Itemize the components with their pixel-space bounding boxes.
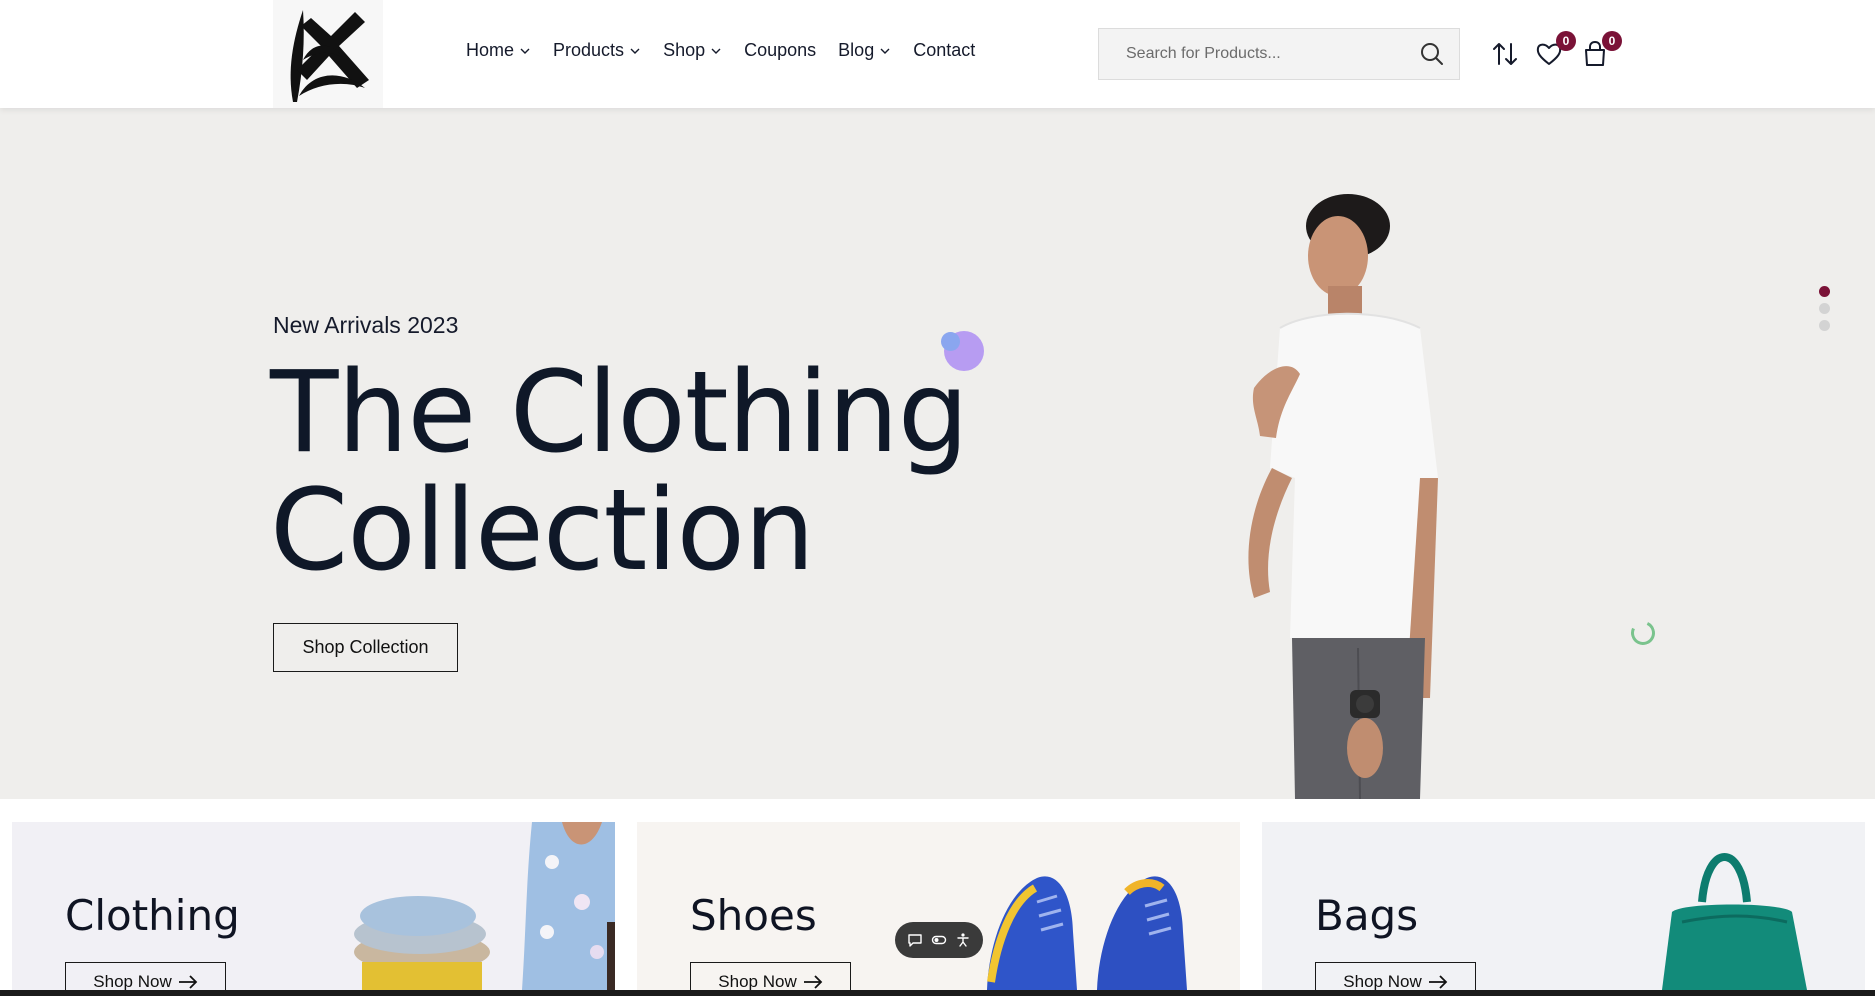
chevron-down-icon: [880, 48, 890, 54]
toggle-icon[interactable]: [931, 932, 947, 948]
cart-button[interactable]: 0: [1580, 31, 1622, 69]
brand-logo-icon: [290, 10, 369, 102]
search-input[interactable]: [1126, 45, 1419, 63]
shop-now-label: Shop Now: [718, 972, 797, 990]
compare-button[interactable]: [1490, 39, 1520, 69]
loading-ring-icon: [1627, 617, 1659, 649]
search-box: [1098, 28, 1460, 80]
category-title: Clothing: [65, 891, 240, 940]
site-header: Home Products Shop Coupons Blog Contact: [0, 0, 1875, 108]
sort-arrows-icon: [1493, 43, 1517, 65]
chevron-down-icon: [630, 48, 640, 54]
slider-dot-3[interactable]: [1819, 320, 1830, 331]
shop-now-label: Shop Now: [1343, 972, 1422, 990]
hero-subtitle: New Arrivals 2023: [273, 312, 459, 338]
shop-now-button[interactable]: Shop Now: [65, 962, 226, 990]
wishlist-button[interactable]: 0: [1534, 31, 1576, 69]
hero-title-line-2: Collection: [270, 466, 815, 596]
cart-count-badge: 0: [1602, 31, 1622, 51]
floating-widget: [895, 922, 983, 958]
bottom-edge-bar: [0, 990, 1875, 996]
hero-title: The Clothing Collection: [270, 354, 969, 590]
arrow-right-icon: [803, 975, 822, 989]
arrow-right-icon: [178, 975, 197, 989]
category-title: Shoes: [690, 891, 817, 940]
chevron-down-icon: [520, 48, 530, 54]
category-card-bags[interactable]: Bags Shop Now: [1262, 822, 1865, 990]
nav-contact[interactable]: Contact: [913, 40, 975, 61]
nav-coupons-label: Coupons: [744, 40, 817, 60]
nav-shop-label: Shop: [663, 40, 706, 60]
accessibility-icon[interactable]: [955, 932, 971, 948]
category-cards: Clothing Shop Now Shoes Shop Now Bags Sh…: [0, 822, 1875, 990]
nav-blog-label: Blog: [838, 40, 875, 60]
category-card-shoes[interactable]: Shoes Shop Now: [637, 822, 1240, 990]
slider-dot-2[interactable]: [1819, 303, 1830, 314]
shop-now-button[interactable]: Shop Now: [1315, 962, 1476, 990]
slider-pagination: [1819, 286, 1830, 331]
search-icon[interactable]: [1419, 41, 1445, 67]
nav-products[interactable]: Products: [553, 40, 641, 61]
clothing-image: [354, 822, 615, 990]
nav-blog[interactable]: Blog: [838, 40, 891, 61]
slider-dot-1[interactable]: [1819, 286, 1830, 297]
category-card-clothing[interactable]: Clothing Shop Now: [12, 822, 615, 990]
main-nav: Home Products Shop Coupons Blog Contact: [466, 40, 997, 61]
hero-banner: New Arrivals 2023 The Clothing Collectio…: [0, 108, 1875, 799]
shop-now-label: Shop Now: [93, 972, 172, 990]
wishlist-count-badge: 0: [1556, 31, 1576, 51]
nav-shop[interactable]: Shop: [663, 40, 722, 61]
shop-now-button[interactable]: Shop Now: [690, 962, 851, 990]
chat-icon[interactable]: [907, 932, 923, 948]
shoes-image: [987, 876, 1187, 990]
bag-image: [1662, 853, 1807, 990]
hero-model-image: [1248, 194, 1438, 799]
nav-contact-label: Contact: [913, 40, 976, 60]
nav-home-label: Home: [466, 40, 515, 60]
nav-coupons[interactable]: Coupons: [744, 40, 816, 61]
chevron-down-icon: [711, 48, 721, 54]
nav-products-label: Products: [553, 40, 625, 60]
hero-title-line-1: The Clothing: [270, 348, 969, 478]
decorative-circle: [941, 332, 960, 351]
shop-collection-button[interactable]: Shop Collection: [273, 623, 458, 672]
brand-logo[interactable]: [273, 0, 383, 108]
nav-home[interactable]: Home: [466, 40, 531, 61]
arrow-right-icon: [1428, 975, 1447, 989]
category-title: Bags: [1315, 891, 1419, 940]
